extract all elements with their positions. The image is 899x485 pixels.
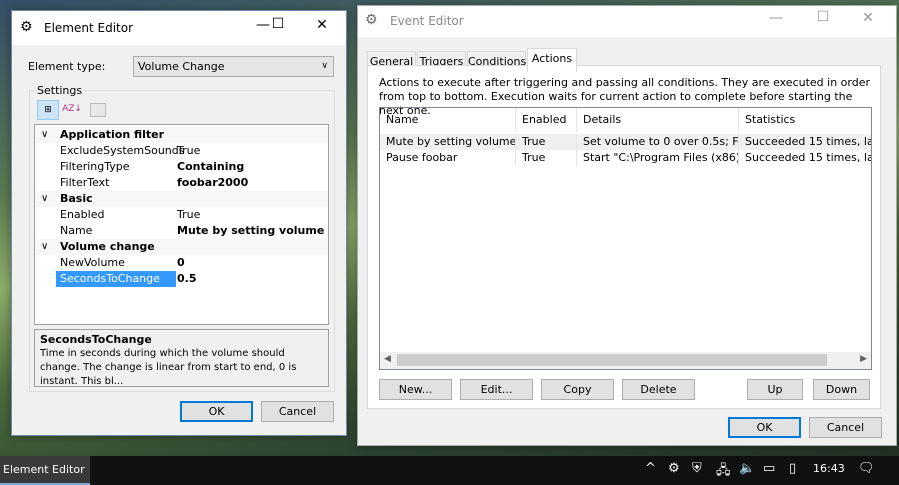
copy-button[interactable]: Copy xyxy=(541,379,614,400)
property-category[interactable]: ∨ Application filter xyxy=(35,127,328,143)
property-row[interactable]: Enabled True xyxy=(35,207,328,223)
security-shield-icon[interactable]: ⛨ xyxy=(692,461,702,476)
settings-label: Settings xyxy=(35,84,85,97)
table-cell: Pause foobar xyxy=(380,150,516,166)
property-name: Name xyxy=(60,224,93,237)
property-name: FilterText xyxy=(60,176,110,189)
table-row[interactable]: Pause foobar True Start "C:\Program Files … xyxy=(380,150,871,166)
notifications-icon[interactable]: 🗨 xyxy=(858,461,875,476)
column-header-name[interactable]: Name xyxy=(380,108,516,132)
column-header-enabled[interactable]: Enabled xyxy=(516,108,577,132)
delete-button[interactable]: Delete xyxy=(622,379,695,400)
scrollbar-thumb[interactable] xyxy=(397,354,827,366)
edit-button[interactable]: Edit... xyxy=(460,379,533,400)
scroll-right-icon[interactable]: ▶ xyxy=(860,354,867,364)
property-value[interactable]: 0.5 xyxy=(177,271,197,287)
property-value[interactable]: Containing xyxy=(177,159,244,175)
column-header-details[interactable]: Details xyxy=(577,108,739,132)
event-editor-window: ⚙ Event Editor — ☐ ✕ General Triggers Cond… xyxy=(357,5,897,446)
scroll-left-icon[interactable]: ◀ xyxy=(384,354,391,364)
chevron-down-icon: ∨ xyxy=(321,61,328,71)
property-row[interactable]: NewVolume 0 xyxy=(35,255,328,271)
table-cell: Mute by setting volume t... xyxy=(380,134,516,150)
property-pages-button[interactable] xyxy=(90,103,106,117)
title-bar: ⚙ Element Editor — ☐ ✕ xyxy=(12,11,346,45)
category-name: Volume change xyxy=(60,240,155,253)
table-cell: True xyxy=(516,134,577,150)
close-icon[interactable]: ✕ xyxy=(853,10,883,26)
tab-actions[interactable]: Actions xyxy=(527,48,577,72)
sort-alpha-button[interactable]: AZ↓ xyxy=(61,100,83,120)
property-grid[interactable]: ∨ Application filter ExcludeSystemSounds Tr… xyxy=(34,124,329,325)
property-value[interactable]: foobar2000 xyxy=(177,175,248,191)
show-hidden-icons[interactable]: ^ xyxy=(645,461,656,476)
close-icon[interactable]: ✕ xyxy=(307,17,337,33)
property-name: NewVolume xyxy=(60,256,125,269)
new-button[interactable]: New... xyxy=(379,379,452,400)
usb-device-icon[interactable]: ▯ xyxy=(789,461,796,476)
property-row[interactable]: FilterText foobar2000 xyxy=(35,175,328,191)
cancel-button[interactable]: Cancel xyxy=(809,417,882,438)
property-value[interactable]: True xyxy=(177,207,200,223)
volume-icon[interactable]: 🔈 xyxy=(739,461,755,476)
chevron-down-icon[interactable]: ∨ xyxy=(41,127,48,143)
down-button[interactable]: Down xyxy=(813,379,870,400)
actions-list[interactable]: ◀ ▶ Name Enabled Details Statistics Mute by … xyxy=(379,107,872,370)
network-icon[interactable]: 🖧 xyxy=(716,461,731,483)
categorized-view-button[interactable]: ⊞ xyxy=(37,100,59,120)
property-value[interactable]: Mute by setting volume to 0 xyxy=(177,223,328,239)
window-title: Element Editor xyxy=(44,21,134,35)
property-row[interactable]: ExcludeSystemSounds True xyxy=(35,143,328,159)
actions-tab-panel: Actions to execute after triggering and … xyxy=(367,65,881,409)
chevron-down-icon[interactable]: ∨ xyxy=(41,191,48,207)
category-name: Application filter xyxy=(60,128,165,141)
title-bar: ⚙ Event Editor — ☐ ✕ xyxy=(358,6,896,37)
property-name: Enabled xyxy=(60,208,105,221)
property-category[interactable]: ∨ Basic xyxy=(35,191,328,207)
horizontal-scrollbar[interactable]: ◀ ▶ xyxy=(380,352,871,369)
property-value[interactable]: 0 xyxy=(177,255,185,271)
app-icon: ⚙ xyxy=(20,19,33,35)
category-name: Basic xyxy=(60,192,93,205)
description-panel: SecondsToChange Time in seconds during w… xyxy=(34,329,329,387)
table-cell: Succeeded 15 times, last c xyxy=(739,150,871,166)
table-cell: Succeeded 15 times, last c xyxy=(739,134,871,150)
property-category[interactable]: ∨ Volume change xyxy=(35,239,328,255)
table-cell: Set volume to 0 over 0.5s; Filt... xyxy=(577,134,739,150)
property-row[interactable]: Name Mute by setting volume to 0 xyxy=(35,223,328,239)
table-cell: True xyxy=(516,150,577,166)
element-type-value: Volume Change xyxy=(138,60,225,73)
ok-button[interactable]: OK xyxy=(180,401,253,422)
up-button[interactable]: Up xyxy=(747,379,803,400)
taskbar-item-element-editor[interactable]: Element Editor xyxy=(0,456,90,485)
property-row[interactable]: FilteringType Containing xyxy=(35,159,328,175)
property-name: SecondsToChange xyxy=(56,271,176,287)
ok-button[interactable]: OK xyxy=(728,417,801,438)
app-icon: ⚙ xyxy=(365,12,378,28)
battery-icon[interactable]: ▭ xyxy=(763,461,775,476)
cancel-button[interactable]: Cancel xyxy=(261,401,334,422)
app-tray-icon[interactable]: ⚙ xyxy=(668,461,680,476)
property-name: ExcludeSystemSounds xyxy=(60,144,185,157)
element-type-label: Element type: xyxy=(28,60,106,73)
maximize-icon[interactable]: ☐ xyxy=(263,16,293,32)
description-title: SecondsToChange xyxy=(40,333,152,346)
property-value[interactable]: True xyxy=(177,143,200,159)
table-row[interactable]: Mute by setting volume t...TrueSet volum… xyxy=(380,134,871,150)
minimize-icon[interactable]: — xyxy=(761,10,791,26)
maximize-icon[interactable]: ☐ xyxy=(808,9,838,25)
clock[interactable]: 16:43 xyxy=(813,462,845,475)
element-editor-window: ⚙ Element Editor — ☐ ✕ Element type: Vol… xyxy=(11,10,347,436)
element-type-select[interactable]: Volume Change ∨ xyxy=(133,56,334,77)
chevron-down-icon[interactable]: ∨ xyxy=(41,239,48,255)
column-header-statistics[interactable]: Statistics xyxy=(739,108,871,132)
property-name: FilteringType xyxy=(60,160,130,173)
description-text: Time in seconds during which the volume … xyxy=(40,348,297,387)
table-cell: Start "C:\Program Files (x86)\... xyxy=(577,150,739,166)
property-row[interactable]: SecondsToChange 0.5 xyxy=(35,271,328,287)
window-title: Event Editor xyxy=(390,14,464,28)
